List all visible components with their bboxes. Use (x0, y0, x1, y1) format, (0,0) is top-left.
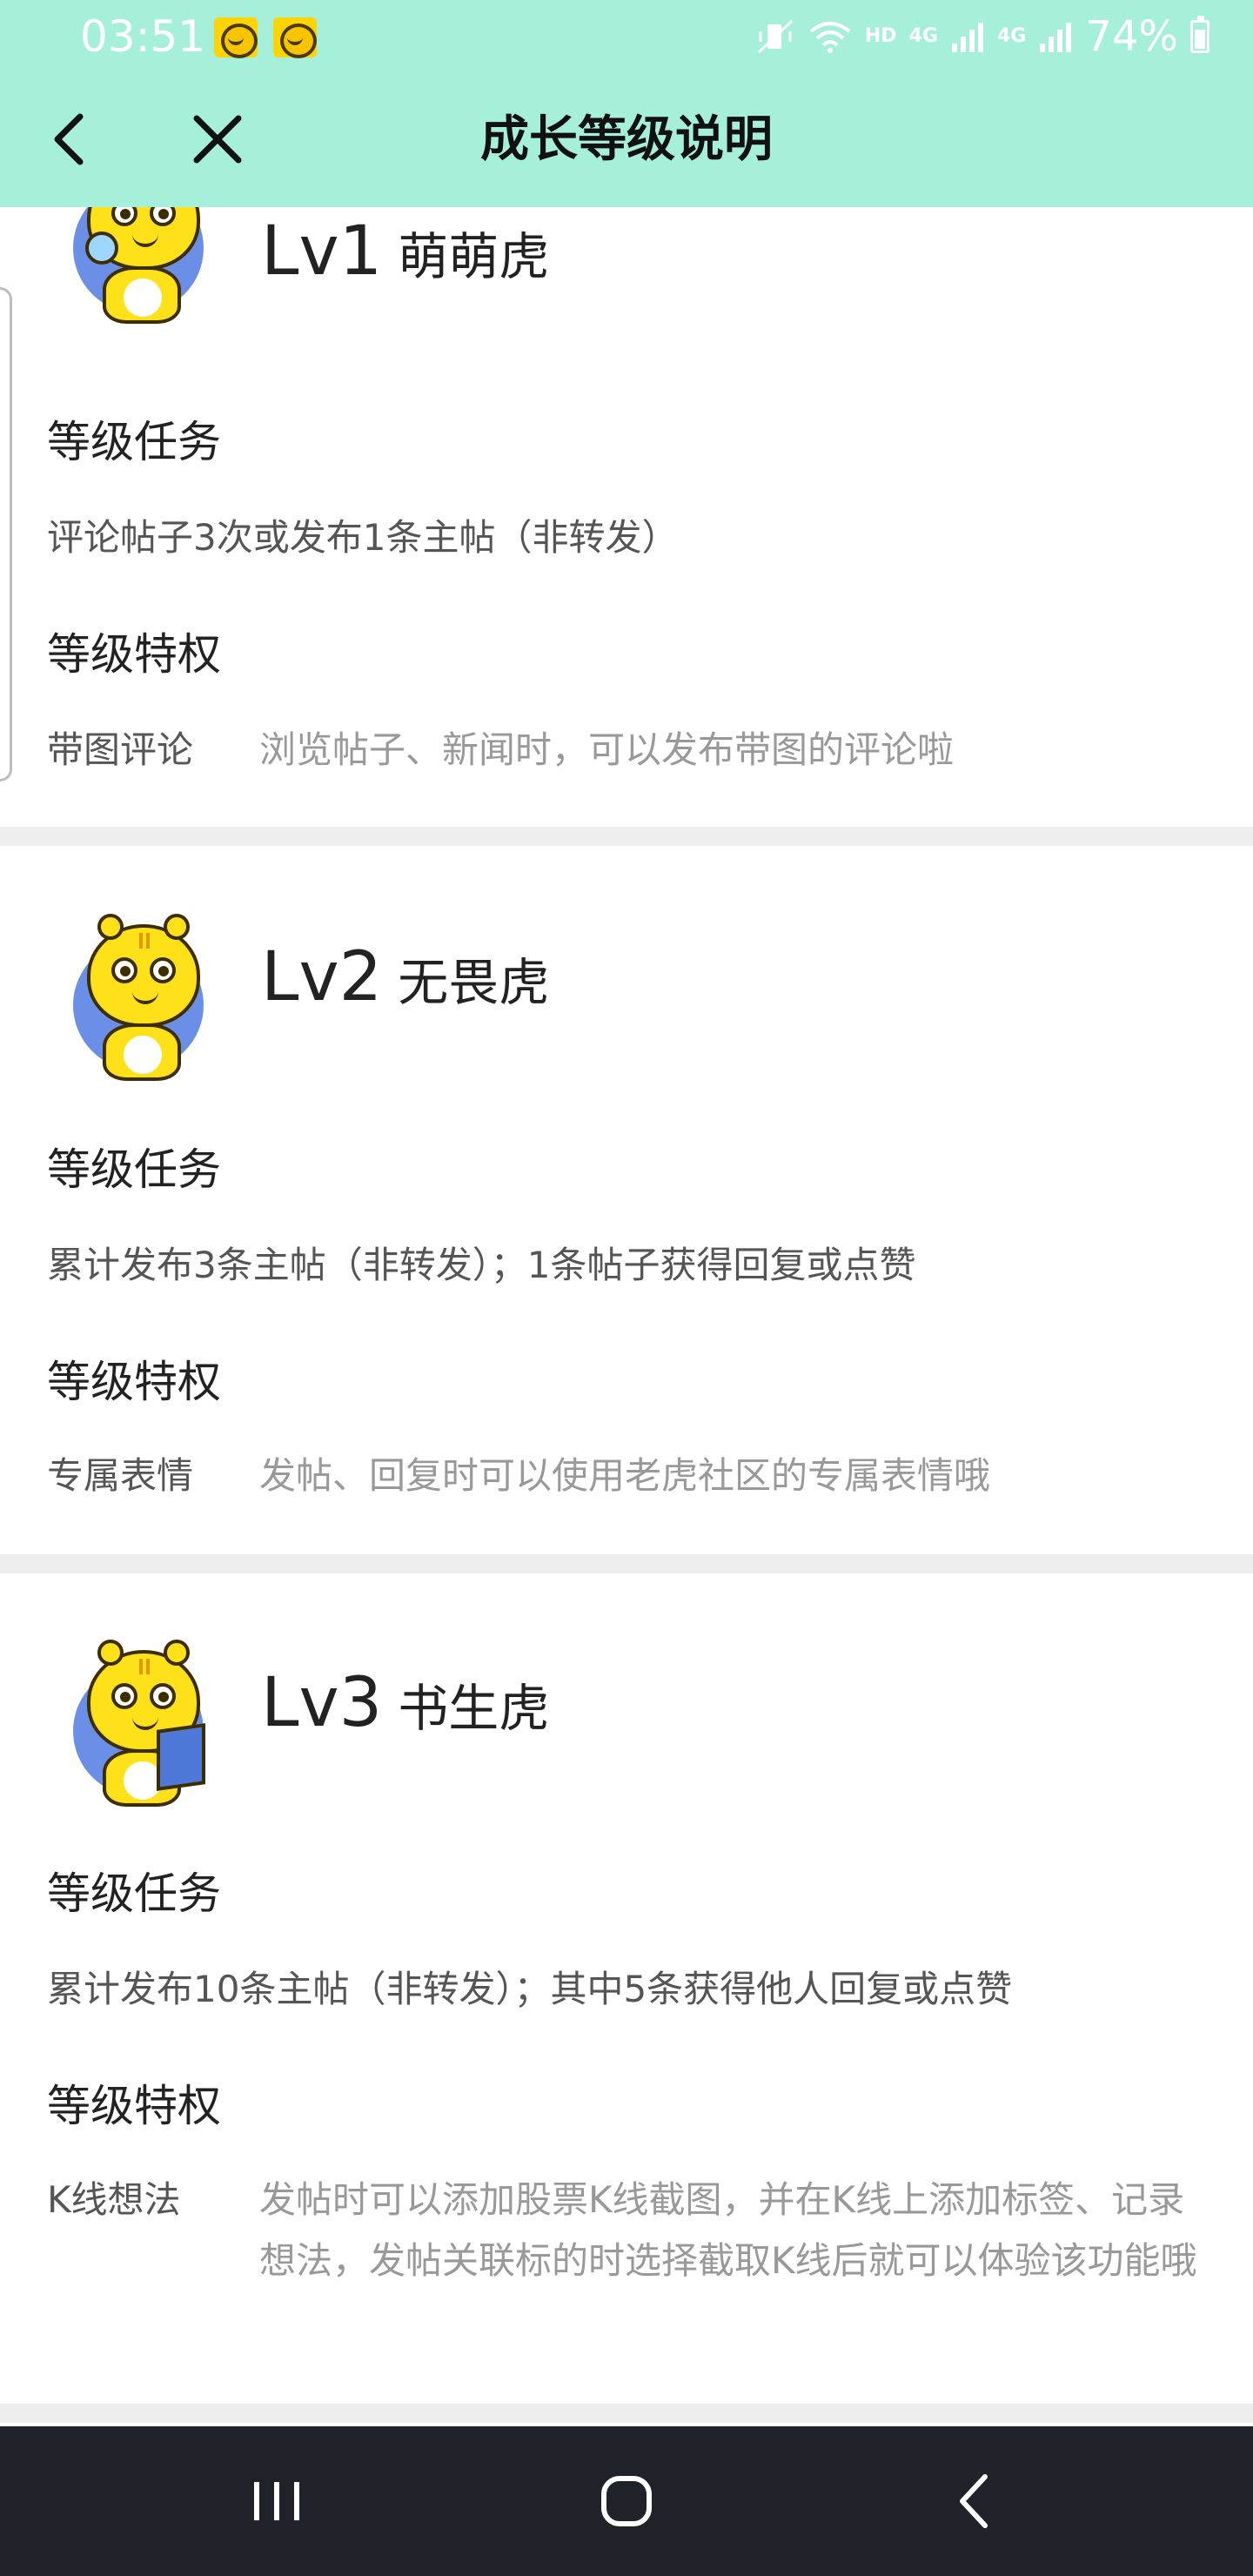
avatar (73, 1640, 205, 1807)
level-code: Lv3 (261, 1664, 383, 1742)
level-name: 萌萌虎 (398, 227, 550, 286)
level-list[interactable]: Lv1 萌萌虎 等级任务 评论帖子3次或发布1条主帖（非转发） 等级特权 带图评论… (0, 207, 1253, 2426)
perk-label: 带图评论 (47, 728, 194, 771)
system-nav-bar (0, 2426, 1253, 2576)
level-name: 无畏虎 (398, 953, 550, 1012)
top-bar: 03:51 HD 4G 4G 74% 成长等级说明 (0, 0, 1253, 207)
signal-icon (1040, 23, 1072, 52)
level-title: Lv2 无畏虎 (261, 938, 549, 1016)
tiger-body (103, 1023, 181, 1081)
perk-description: 浏览帖子、新闻时，可以发布带图的评论啦 (259, 728, 955, 771)
level-code: Lv1 (261, 212, 383, 291)
task-text: 评论帖子3次或发布1条主帖（非转发） (47, 516, 679, 559)
perk-heading: 等级特权 (47, 1357, 221, 1407)
level-title: Lv1 萌萌虎 (261, 212, 549, 291)
section-divider (0, 1554, 1253, 1573)
level-name: 书生虎 (398, 1679, 550, 1738)
book-icon (157, 1723, 205, 1791)
avatar (73, 914, 204, 1081)
perk-label: 专属表情 (47, 1454, 194, 1497)
thinking-tiger-icon (87, 914, 200, 1027)
perk-heading: 等级特权 (47, 2081, 221, 2131)
task-heading: 等级任务 (47, 1868, 221, 1919)
signal-icon (951, 23, 983, 52)
header: 成长等级说明 (0, 73, 1253, 207)
home-icon (601, 2476, 652, 2526)
tiger-app-icon (214, 17, 258, 58)
pacifier-icon (85, 231, 118, 265)
recents-icon (254, 2482, 299, 2520)
status-time: 03:51 (80, 11, 206, 62)
task-heading: 等级任务 (47, 1144, 221, 1195)
task-heading: 等级任务 (47, 417, 221, 467)
avatar (73, 207, 204, 324)
page-title: 成长等级说明 (480, 111, 773, 168)
battery-percentage: 74% (1085, 12, 1178, 61)
recents-button[interactable] (233, 2458, 320, 2545)
level-card-lv3: Lv3 书生虎 等级任务 累计发布10条主帖（非转发）；其中5条获得他人回复或点赞… (0, 1573, 1253, 2426)
hd-label: HD (864, 25, 897, 47)
section-divider (0, 2404, 1253, 2423)
signal-label-1: 4G (908, 25, 938, 47)
home-button[interactable] (583, 2458, 670, 2545)
nav-back-button[interactable] (933, 2458, 1020, 2545)
back-icon (960, 2474, 988, 2528)
level-code: Lv2 (261, 938, 383, 1016)
signal-label-2: 4G (996, 25, 1027, 47)
wifi-icon (809, 22, 851, 53)
status-indicators: HD 4G 4G 74% (757, 7, 1209, 66)
mute-vibrate-icon (757, 19, 793, 54)
perk-heading: 等级特权 (47, 629, 221, 680)
task-text: 累计发布10条主帖（非转发）；其中5条获得他人回复或点赞 (47, 1968, 1013, 2010)
tiger-app-icon (273, 17, 317, 58)
section-divider (0, 827, 1253, 846)
perk-description: 发帖、回复时可以使用老虎社区的专属表情哦 (259, 1454, 991, 1497)
status-bar: 03:51 HD 4G 4G 74% (0, 0, 1253, 73)
level-title: Lv3 书生虎 (261, 1664, 549, 1742)
level-card-lv1: Lv1 萌萌虎 等级任务 评论帖子3次或发布1条主帖（非转发） 等级特权 带图评论… (0, 207, 1253, 827)
battery-icon (1190, 16, 1209, 53)
perk-description: 发帖时可以添加股票K线截图，并在K线上添加标签、记录想法，发帖关联标的时选择截取… (259, 2178, 1197, 2282)
perk-label: K线想法 (47, 2178, 181, 2221)
side-drawer-handle[interactable] (0, 287, 12, 782)
tiger-body (103, 266, 181, 324)
task-text: 累计发布3条主帖（非转发）；1条帖子获得回复或点赞 (47, 1244, 916, 1286)
